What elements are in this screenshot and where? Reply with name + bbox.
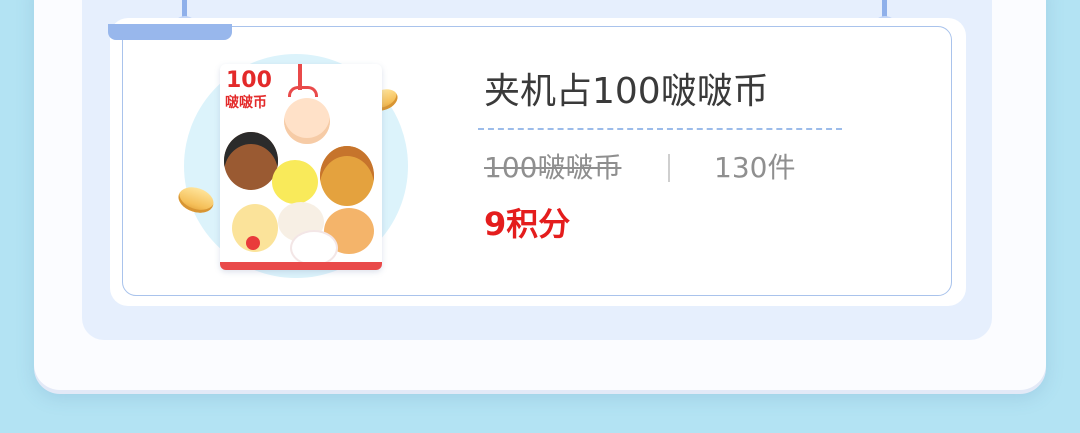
prize-card-footer-bar <box>220 262 382 270</box>
character-girl-icon <box>224 132 278 190</box>
corner-tab <box>108 24 232 40</box>
stock-count: 130件 <box>714 151 796 184</box>
dashed-divider <box>478 128 842 130</box>
points-price: 9积分 <box>484 205 571 243</box>
claw-head-icon <box>288 86 318 97</box>
product-info: 夹机占100啵啵币 100啵啵币 130件 9积分 <box>478 64 844 244</box>
prize-amount: 100 <box>226 68 272 93</box>
product-image[interactable]: 100 啵啵币 <box>175 54 416 280</box>
meta-divider <box>668 154 670 182</box>
character-chick-icon <box>272 160 318 204</box>
product-meta: 100啵啵币 130件 <box>478 148 844 188</box>
character-baby-icon <box>284 98 330 144</box>
prize-unit: 啵啵币 <box>225 95 267 111</box>
prize-card-graphic: 100 啵啵币 <box>220 64 382 270</box>
joystick-icon <box>246 236 260 250</box>
character-cat-icon <box>292 232 336 264</box>
product-title[interactable]: 夹机占100啵啵币 <box>484 64 844 120</box>
original-price: 100啵啵币 <box>484 151 622 184</box>
character-dog-icon <box>320 146 374 206</box>
